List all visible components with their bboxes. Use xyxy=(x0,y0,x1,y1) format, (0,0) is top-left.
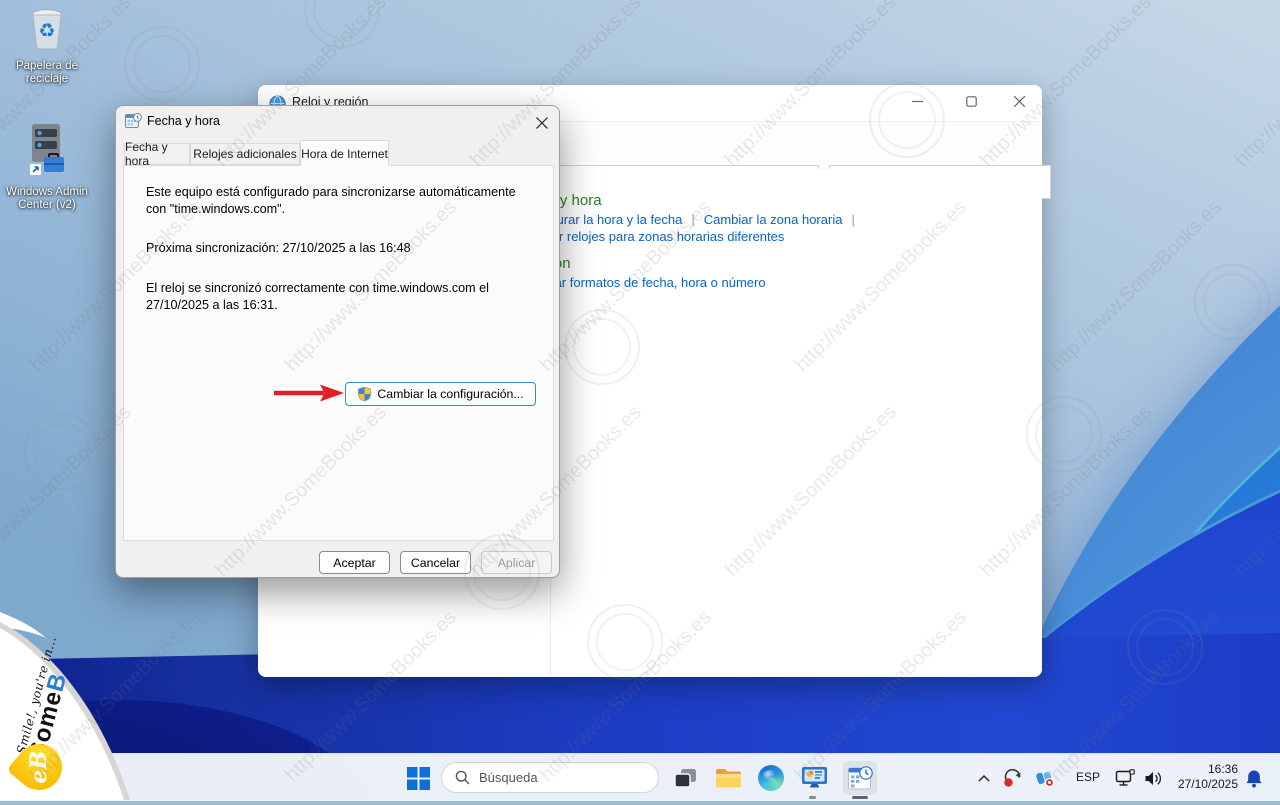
somebooks-logo-text: eB xyxy=(26,751,52,784)
cancel-button[interactable]: Cancelar xyxy=(400,551,471,574)
close-button[interactable] xyxy=(996,86,1042,116)
maximize-icon xyxy=(966,96,977,107)
start-button[interactable] xyxy=(403,763,433,793)
task-view-icon xyxy=(674,768,697,789)
hidden-icons-button[interactable] xyxy=(972,763,996,793)
tab-date-time[interactable]: Fecha y hora xyxy=(124,143,190,165)
change-settings-label: Cambiar la configuración... xyxy=(377,387,523,401)
minimize-icon xyxy=(912,96,923,107)
tray-app-button[interactable] xyxy=(1032,763,1058,793)
windows-admin-center-icon xyxy=(22,122,72,178)
tray-time: 16:36 xyxy=(1168,762,1238,777)
apply-button: Aplicar xyxy=(481,551,552,574)
annotation-arrow-icon xyxy=(272,383,346,403)
notifications-button[interactable] xyxy=(1242,763,1266,793)
tab-additional-clocks[interactable]: Relojes adicionales xyxy=(190,143,300,165)
next-sync-text: Próxima sincronización: 27/10/2025 a las… xyxy=(146,240,538,257)
last-sync-text: El reloj se sincronizó correctamente con… xyxy=(146,280,538,314)
dialog-close-button[interactable] xyxy=(530,111,554,135)
volume-button[interactable] xyxy=(1140,763,1166,793)
notification-bell-icon xyxy=(1245,769,1263,788)
internet-time-tab-panel: Este equipo está configurado para sincro… xyxy=(123,165,554,541)
desktop-icon-windows-admin-center[interactable]: Windows Admin Center (v2) xyxy=(0,122,94,212)
close-icon xyxy=(536,117,548,129)
minimize-button[interactable] xyxy=(894,86,940,116)
change-settings-button[interactable]: Cambiar la configuración... xyxy=(345,382,536,406)
dialog-title: Fecha y hora xyxy=(147,114,220,128)
tray-date: 27/10/2025 xyxy=(1168,777,1238,792)
taskbar-search[interactable]: Búsqueda xyxy=(441,762,659,793)
tray-app-icon xyxy=(1035,768,1056,789)
control-panel-taskbar-button[interactable] xyxy=(799,763,829,793)
desktop-icon-label: Papelera de reciclaje xyxy=(0,60,94,86)
date-time-app-button[interactable] xyxy=(843,761,877,795)
search-icon xyxy=(455,770,470,785)
uac-shield-icon xyxy=(357,386,372,402)
link-change-timezone[interactable]: Cambiar la zona horaria xyxy=(704,212,843,227)
taskbar: Búsqueda xyxy=(0,753,1280,801)
close-icon xyxy=(1014,96,1025,107)
date-time-links-row: Configurar la hora y la fecha | Cambiar … xyxy=(519,212,864,227)
edge-icon xyxy=(758,765,784,791)
network-icon xyxy=(1115,769,1135,787)
windows-logo-icon xyxy=(407,767,430,790)
sync-config-text: Este equipo está configurado para sincro… xyxy=(146,184,538,218)
control-panel-icon xyxy=(801,765,828,791)
recycle-bin-icon: ♻ xyxy=(28,8,66,52)
date-time-dialog: Fecha y hora Fecha y hora Relojes adicio… xyxy=(115,105,560,578)
date-time-app-icon xyxy=(847,765,874,792)
active-app-indicator xyxy=(852,796,868,799)
task-view-button[interactable] xyxy=(670,763,700,793)
sync-icon xyxy=(1003,768,1024,789)
clock-tray[interactable]: 16:36 27/10/2025 xyxy=(1168,762,1238,792)
chevron-up-icon xyxy=(978,775,990,782)
desktop-icon-recycle-bin[interactable]: ♻ Papelera de reciclaje xyxy=(0,8,94,86)
network-button[interactable] xyxy=(1112,763,1138,793)
ok-button[interactable]: Aceptar xyxy=(319,551,390,574)
tray-sync-button[interactable] xyxy=(1000,763,1026,793)
taskbar-search-placeholder: Búsqueda xyxy=(479,770,538,785)
date-time-dialog-icon xyxy=(125,113,142,130)
desktop-icon-label: Windows Admin Center (v2) xyxy=(0,186,94,212)
file-explorer-button[interactable] xyxy=(713,763,743,793)
svg-text:♻: ♻ xyxy=(38,20,55,42)
link-separator: | xyxy=(682,212,703,227)
language-indicator[interactable]: ESP xyxy=(1076,770,1100,784)
running-app-indicator xyxy=(809,796,816,799)
link-separator: | xyxy=(842,212,863,227)
maximize-button[interactable] xyxy=(948,86,994,116)
folder-icon xyxy=(715,767,742,789)
edge-browser-button[interactable] xyxy=(756,763,786,793)
speaker-icon xyxy=(1144,770,1163,787)
tab-internet-time[interactable]: Hora de Internet xyxy=(300,140,389,166)
